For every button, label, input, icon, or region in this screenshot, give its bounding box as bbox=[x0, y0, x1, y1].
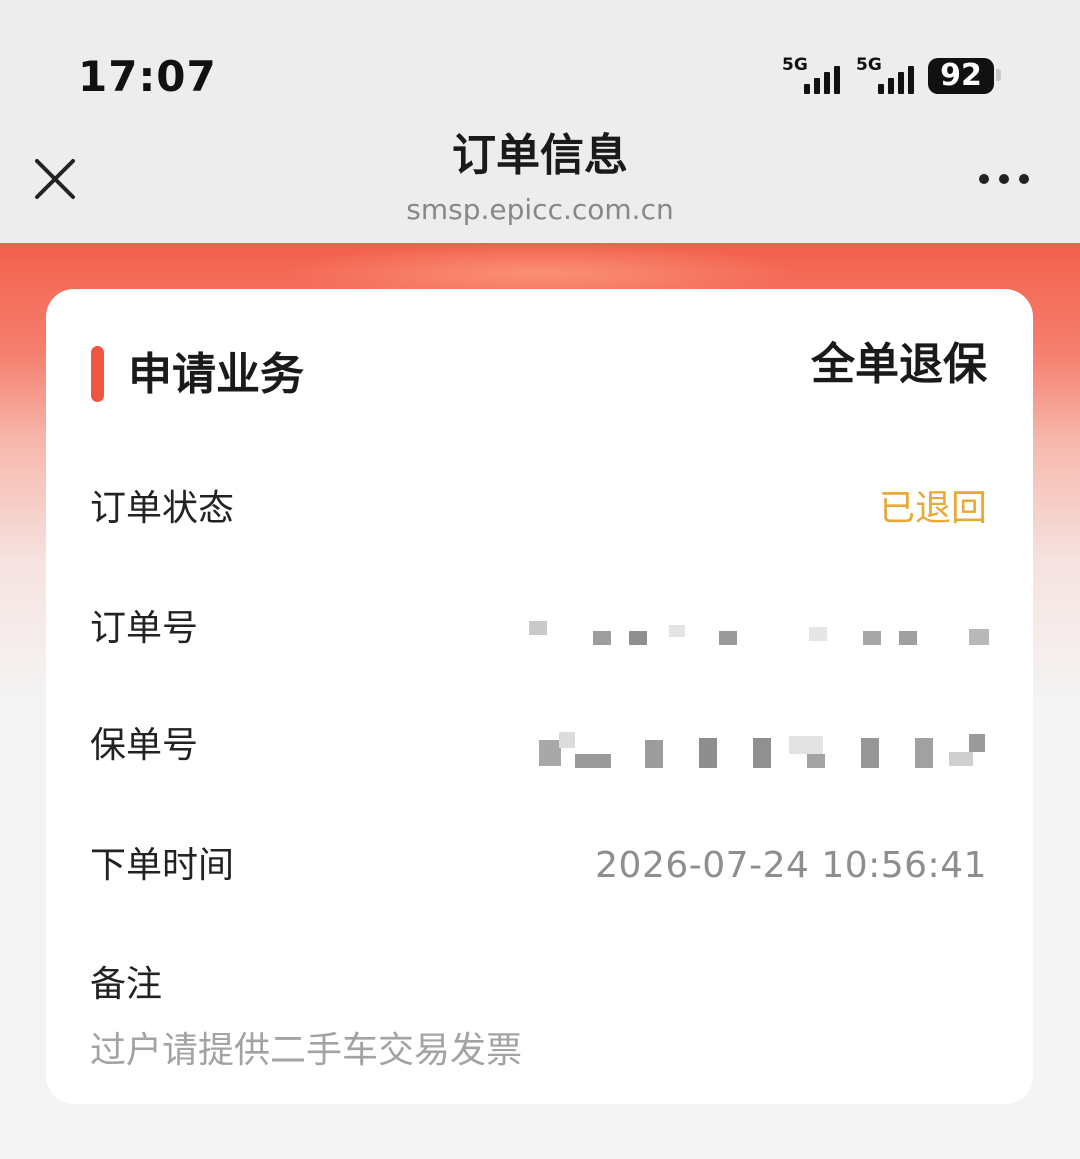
section-title: 申请业务 bbox=[128, 349, 304, 400]
order-time-label: 下单时间 bbox=[90, 845, 235, 886]
policy-number-redacted bbox=[519, 724, 989, 768]
order-status-label: 订单状态 bbox=[90, 488, 235, 529]
order-time-value: 2026-07-24 10:56:41 bbox=[595, 845, 987, 886]
top-bar: 17:07 5G 5G 92 订单信息 smsp.epicc.com.cn bbox=[0, 0, 1080, 243]
policy-number-label: 保单号 bbox=[90, 725, 199, 766]
order-status-value: 已退回 bbox=[878, 488, 987, 529]
remark-value: 过户请提供二手车交易发票 bbox=[90, 1030, 523, 1071]
more-icon[interactable] bbox=[974, 164, 1034, 194]
signal-2-icon: 5G bbox=[856, 56, 922, 96]
page-url: smsp.epicc.com.cn bbox=[406, 193, 674, 226]
section-accent-bar bbox=[91, 346, 104, 402]
status-time: 17:07 bbox=[78, 52, 217, 101]
remark-label: 备注 bbox=[90, 964, 163, 1005]
battery-icon: 92 bbox=[928, 58, 994, 94]
signal-1-icon: 5G bbox=[782, 56, 848, 96]
battery-cap bbox=[996, 69, 1001, 81]
order-info-card: 申请业务 全单退保 订单状态 已退回 订单号 保单号 下单时间 2026-07-… bbox=[46, 289, 1033, 1104]
order-number-redacted bbox=[519, 607, 989, 651]
status-indicators: 5G 5G 92 bbox=[782, 56, 1004, 98]
page-title: 订单信息 bbox=[452, 130, 628, 181]
business-type: 全单退保 bbox=[811, 339, 987, 390]
order-number-label: 订单号 bbox=[90, 608, 199, 649]
